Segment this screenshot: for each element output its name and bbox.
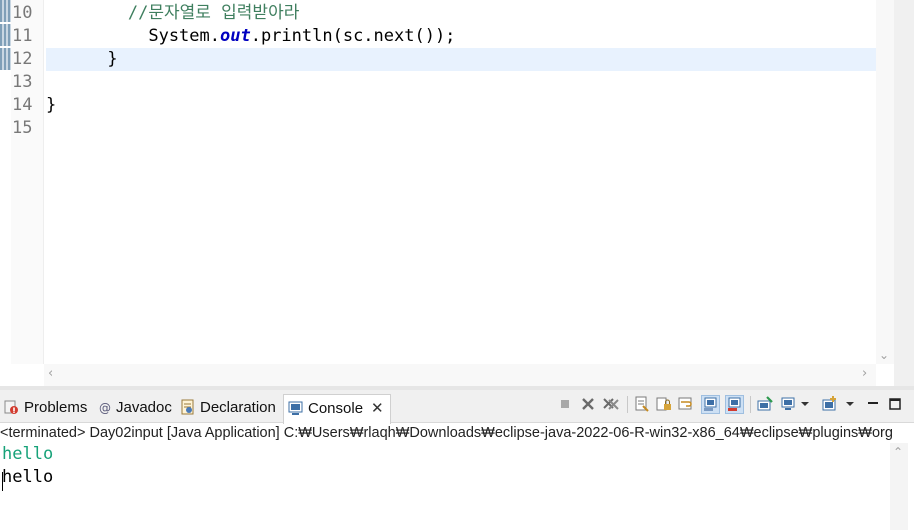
minimize-icon[interactable]: [864, 395, 882, 413]
remove-launch-icon[interactable]: [579, 395, 597, 413]
current-line-highlight: [46, 48, 876, 71]
code-token: System.: [46, 26, 220, 46]
overview-ruler: [894, 0, 914, 386]
view-tab-bar: Problems @ Javadoc Declaration Console ✕: [0, 390, 914, 424]
show-on-stderr-icon[interactable]: [725, 395, 744, 414]
console-icon: [288, 398, 304, 415]
declaration-icon: [180, 397, 196, 415]
editor-vertical-scrollbar[interactable]: ⌄: [876, 0, 894, 364]
chevron-down-icon[interactable]: [844, 395, 856, 413]
tab-label: Declaration: [200, 399, 276, 416]
code-field: out: [220, 26, 251, 46]
tab-declaration[interactable]: Declaration: [180, 394, 276, 422]
word-wrap-icon[interactable]: [677, 395, 695, 413]
tab-javadoc[interactable]: @ Javadoc: [98, 394, 172, 422]
svg-text:@: @: [99, 401, 111, 415]
line-number: 11: [12, 26, 33, 46]
line-number: 15: [12, 118, 33, 138]
scroll-right-icon[interactable]: ›: [862, 367, 867, 381]
line-number-ruler: 10 11 12 13 14 15: [11, 0, 44, 364]
open-console-icon[interactable]: [821, 395, 839, 413]
tab-label: Problems: [24, 399, 88, 416]
editor-horizontal-scrollbar[interactable]: ‹ ›: [44, 364, 876, 386]
remove-all-terminated-icon[interactable]: [602, 395, 620, 413]
line-number: 14: [12, 95, 33, 115]
code-comment: //문자열로 입력받아라: [127, 3, 300, 23]
console-output[interactable]: hello hello: [0, 443, 890, 530]
tab-label: Console: [308, 400, 364, 417]
maximize-icon[interactable]: [886, 395, 904, 413]
code-editor[interactable]: 10 11 12 13 14 15 //문자열로 입력받아라 System.out.pri…: [0, 0, 914, 386]
code-line: //문자열로 입력받아라: [46, 2, 299, 25]
code-text-area[interactable]: //문자열로 입력받아라 System.out.println(sc.next(…: [44, 0, 876, 364]
close-icon[interactable]: ✕: [371, 400, 384, 417]
console-output-line: hello: [2, 444, 54, 464]
code-line: }: [46, 48, 118, 71]
change-marker: [0, 0, 11, 22]
code-token: .println(sc.next());: [250, 26, 456, 46]
scroll-left-icon[interactable]: ‹: [48, 367, 53, 381]
code-token: }: [46, 95, 57, 115]
change-markers: [0, 0, 11, 70]
console-vertical-scrollbar[interactable]: ⌃: [890, 443, 908, 530]
line-number: 10: [12, 3, 33, 23]
console-input-line: hello: [2, 467, 54, 487]
tab-problems[interactable]: Problems: [4, 394, 87, 422]
terminate-icon[interactable]: [556, 395, 574, 413]
code-line: }: [46, 94, 56, 117]
line-number: 12: [12, 49, 33, 69]
problems-icon: [4, 397, 20, 414]
line-number: 13: [12, 72, 33, 92]
code-line: System.out.println(sc.next());: [46, 25, 455, 48]
clear-console-icon[interactable]: [633, 395, 651, 413]
scroll-up-icon[interactable]: ⌃: [893, 445, 903, 459]
tab-label: Javadoc: [116, 399, 172, 416]
pin-console-icon[interactable]: [756, 395, 774, 413]
show-on-stdout-icon[interactable]: [701, 395, 720, 414]
javadoc-icon: @: [98, 397, 112, 415]
code-token: }: [46, 49, 118, 69]
display-selected-console-icon[interactable]: [780, 395, 798, 413]
console-view: Problems @ Javadoc Declaration Console ✕: [0, 390, 914, 530]
console-status-line: <terminated> Day02input [Java Applicatio…: [0, 425, 893, 441]
change-marker: [0, 48, 11, 70]
tab-console[interactable]: Console ✕: [283, 394, 391, 424]
scroll-down-icon[interactable]: ⌄: [879, 348, 889, 362]
change-marker: [0, 24, 11, 46]
chevron-down-icon[interactable]: [799, 395, 811, 413]
scroll-lock-icon[interactable]: [655, 395, 673, 413]
